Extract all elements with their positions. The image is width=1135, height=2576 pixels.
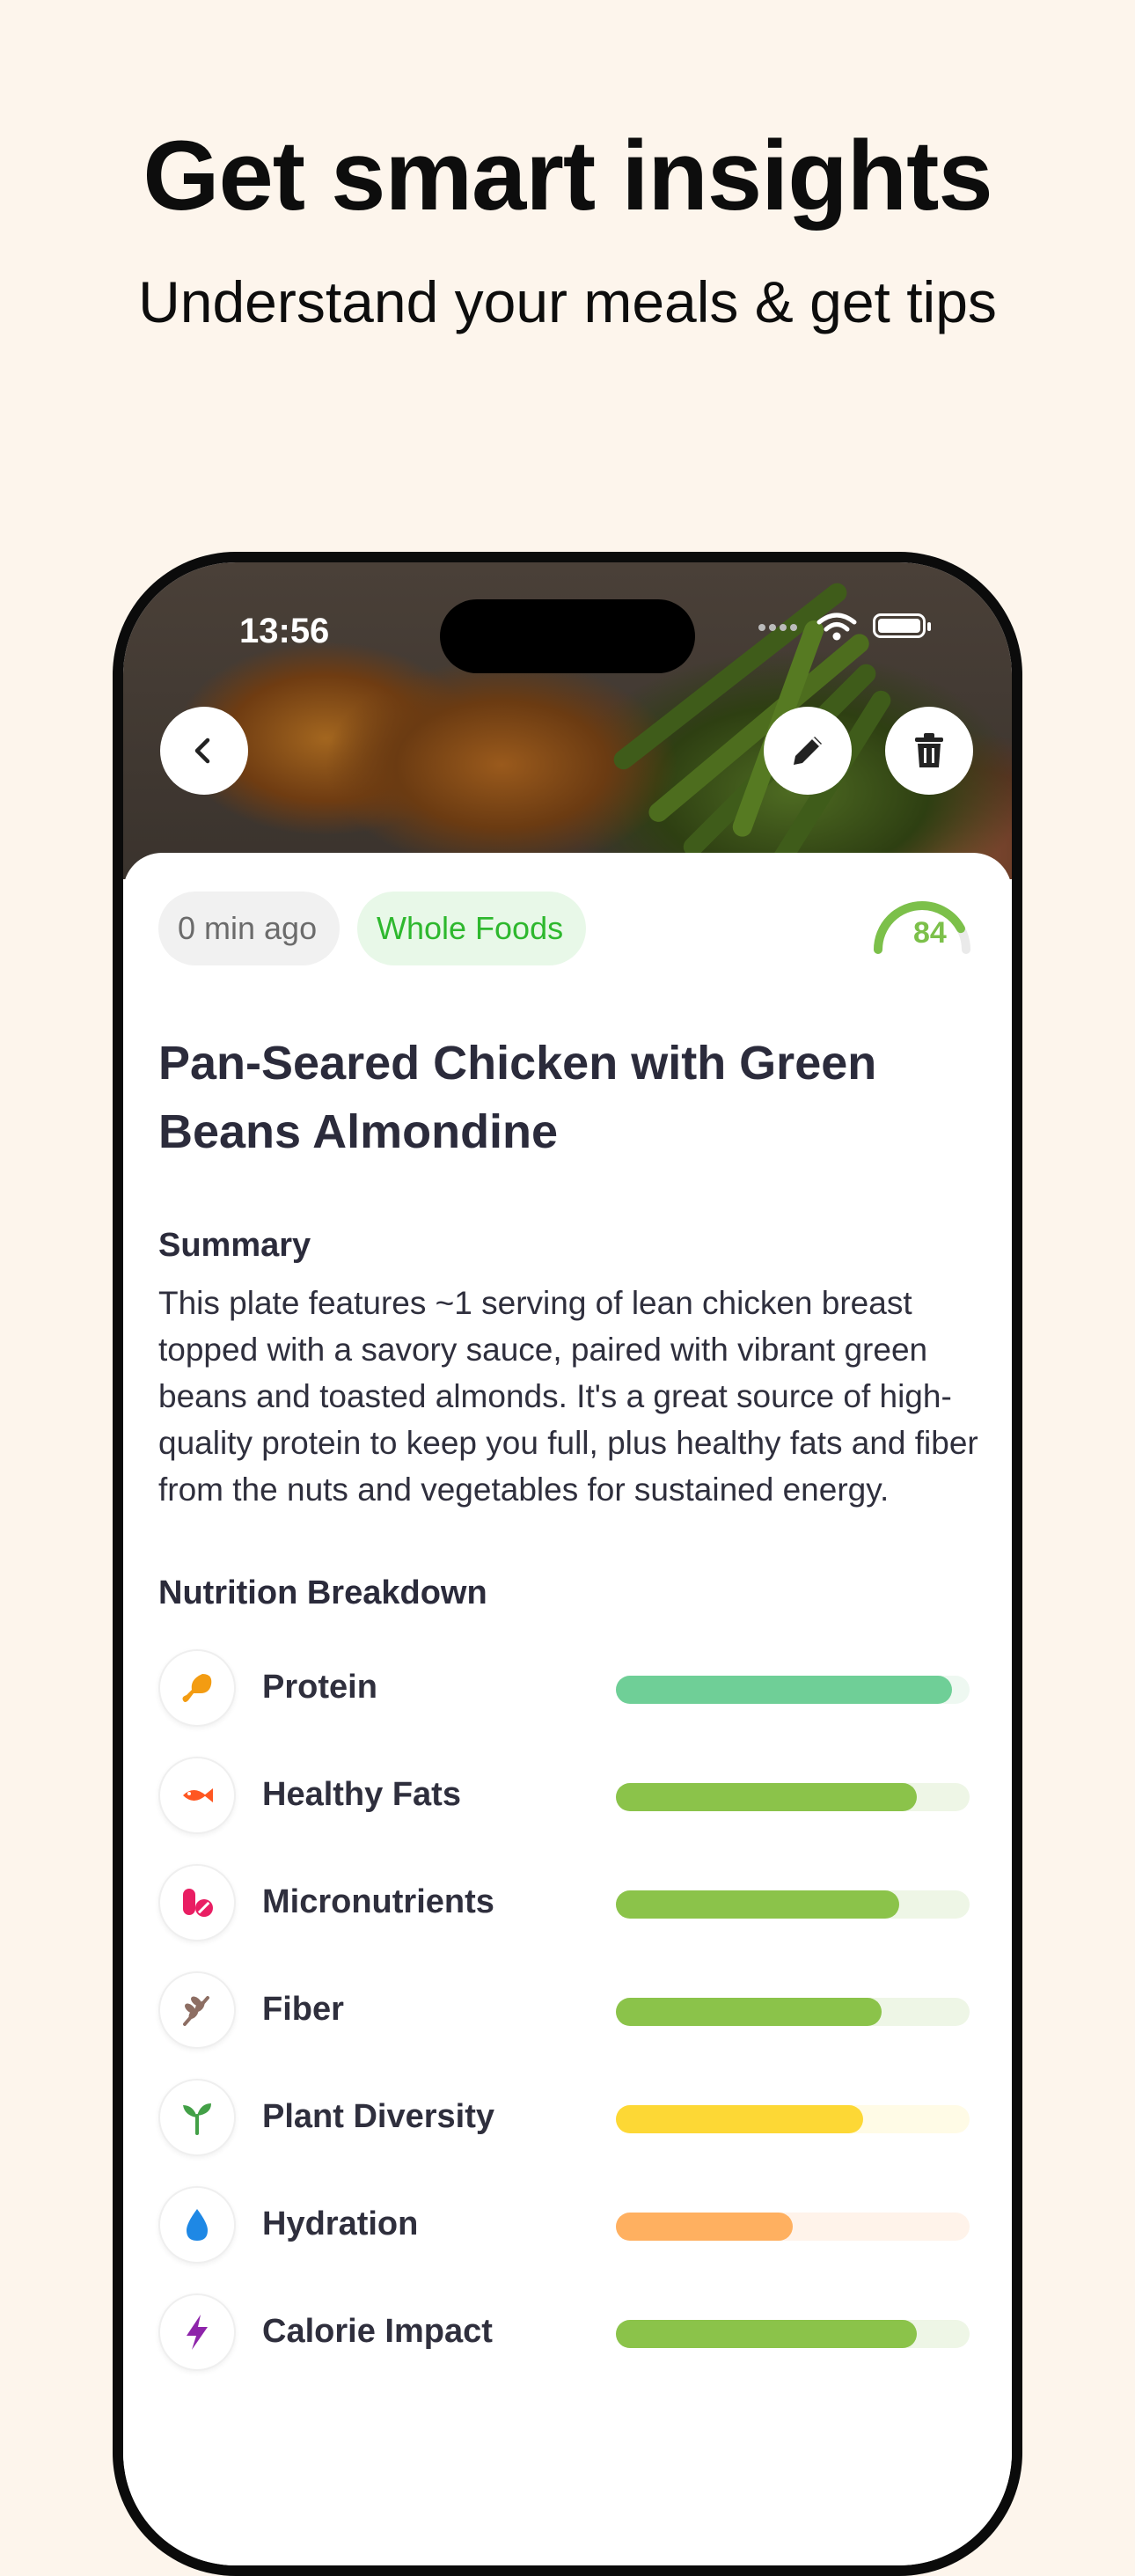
nutrition-bar-track — [616, 1890, 970, 1919]
nutrition-bar-fill — [616, 1998, 882, 2026]
nutrition-label: Calorie Impact — [262, 2313, 493, 2350]
nutrition-heading: Nutrition Breakdown — [158, 1574, 487, 1611]
nutrition-row-calorie-impact: Calorie Impact — [158, 2293, 985, 2373]
nutrition-bar-fill — [616, 1890, 899, 1919]
fish-icon — [158, 1757, 236, 1834]
nutrition-label: Healthy Fats — [262, 1776, 461, 1813]
nutrition-bar-fill — [616, 1676, 952, 1704]
sprout-icon — [158, 2079, 236, 2156]
nutrition-bar-fill — [616, 1783, 917, 1811]
nutrition-bar-track — [616, 1676, 970, 1704]
edit-button[interactable] — [764, 707, 852, 795]
battery-icon — [873, 613, 931, 638]
trash-icon — [915, 733, 943, 767]
nutrition-row-plant-diversity: Plant Diversity — [158, 2079, 985, 2158]
nutrition-label: Micronutrients — [262, 1883, 494, 1920]
nutrition-row-healthy-fats: Healthy Fats — [158, 1757, 985, 1836]
score-value: 84 — [913, 916, 947, 950]
meal-detail-card: 0 min ago Whole Foods 84 Pan-Seared Chic… — [123, 853, 1012, 2565]
pill-icon — [158, 1864, 236, 1941]
nutrition-bar-track — [616, 2105, 970, 2133]
time-ago-badge: 0 min ago — [158, 892, 340, 965]
nutrition-bar-fill — [616, 2105, 864, 2133]
store-badge[interactable]: Whole Foods — [357, 892, 586, 965]
signal-icon — [758, 624, 797, 631]
meal-title: Pan-Seared Chicken with Green Beans Almo… — [158, 1037, 877, 1158]
wheat-icon — [158, 1971, 236, 2049]
nutrition-bar-track — [616, 1783, 970, 1811]
pencil-icon — [794, 737, 822, 765]
nutrition-label: Plant Diversity — [262, 2098, 494, 2135]
phone-screen: 13:56 0 min ago Whole Foods 84 Pan-Seare… — [123, 562, 1012, 2565]
nutrition-row-hydration: Hydration — [158, 2186, 985, 2265]
subheadline: Understand your meals & get tips — [138, 269, 997, 334]
phone-frame: 13:56 0 min ago Whole Foods 84 Pan-Seare… — [113, 552, 1022, 2576]
chevron-left-icon — [194, 738, 210, 764]
dynamic-island — [440, 599, 695, 673]
nutrition-bar-track — [616, 1998, 970, 2026]
headline: Get smart insights — [143, 121, 992, 231]
lightning-icon — [158, 2293, 236, 2371]
nutrition-label: Protein — [262, 1669, 377, 1706]
summary-text: This plate features ~1 serving of lean c… — [158, 1285, 978, 1508]
droplet-icon — [158, 2186, 236, 2264]
nutrition-bar-track — [616, 2320, 970, 2348]
nutrition-label: Fiber — [262, 1991, 344, 2028]
nutrition-row-micronutrients: Micronutrients — [158, 1864, 985, 1943]
back-button[interactable] — [160, 707, 248, 795]
wifi-icon — [816, 613, 857, 641]
nutrition-row-fiber: Fiber — [158, 1971, 985, 2051]
nutrition-bar-track — [616, 2213, 970, 2241]
summary-heading: Summary — [158, 1227, 311, 1264]
nutrition-bar-fill — [616, 2320, 917, 2348]
nutrition-label: Hydration — [262, 2205, 419, 2242]
nutrition-bar-fill — [616, 2213, 793, 2241]
status-time: 13:56 — [239, 612, 330, 650]
drumstick-icon — [158, 1649, 236, 1727]
nutrition-row-protein: Protein — [158, 1649, 985, 1728]
delete-button[interactable] — [885, 707, 973, 795]
